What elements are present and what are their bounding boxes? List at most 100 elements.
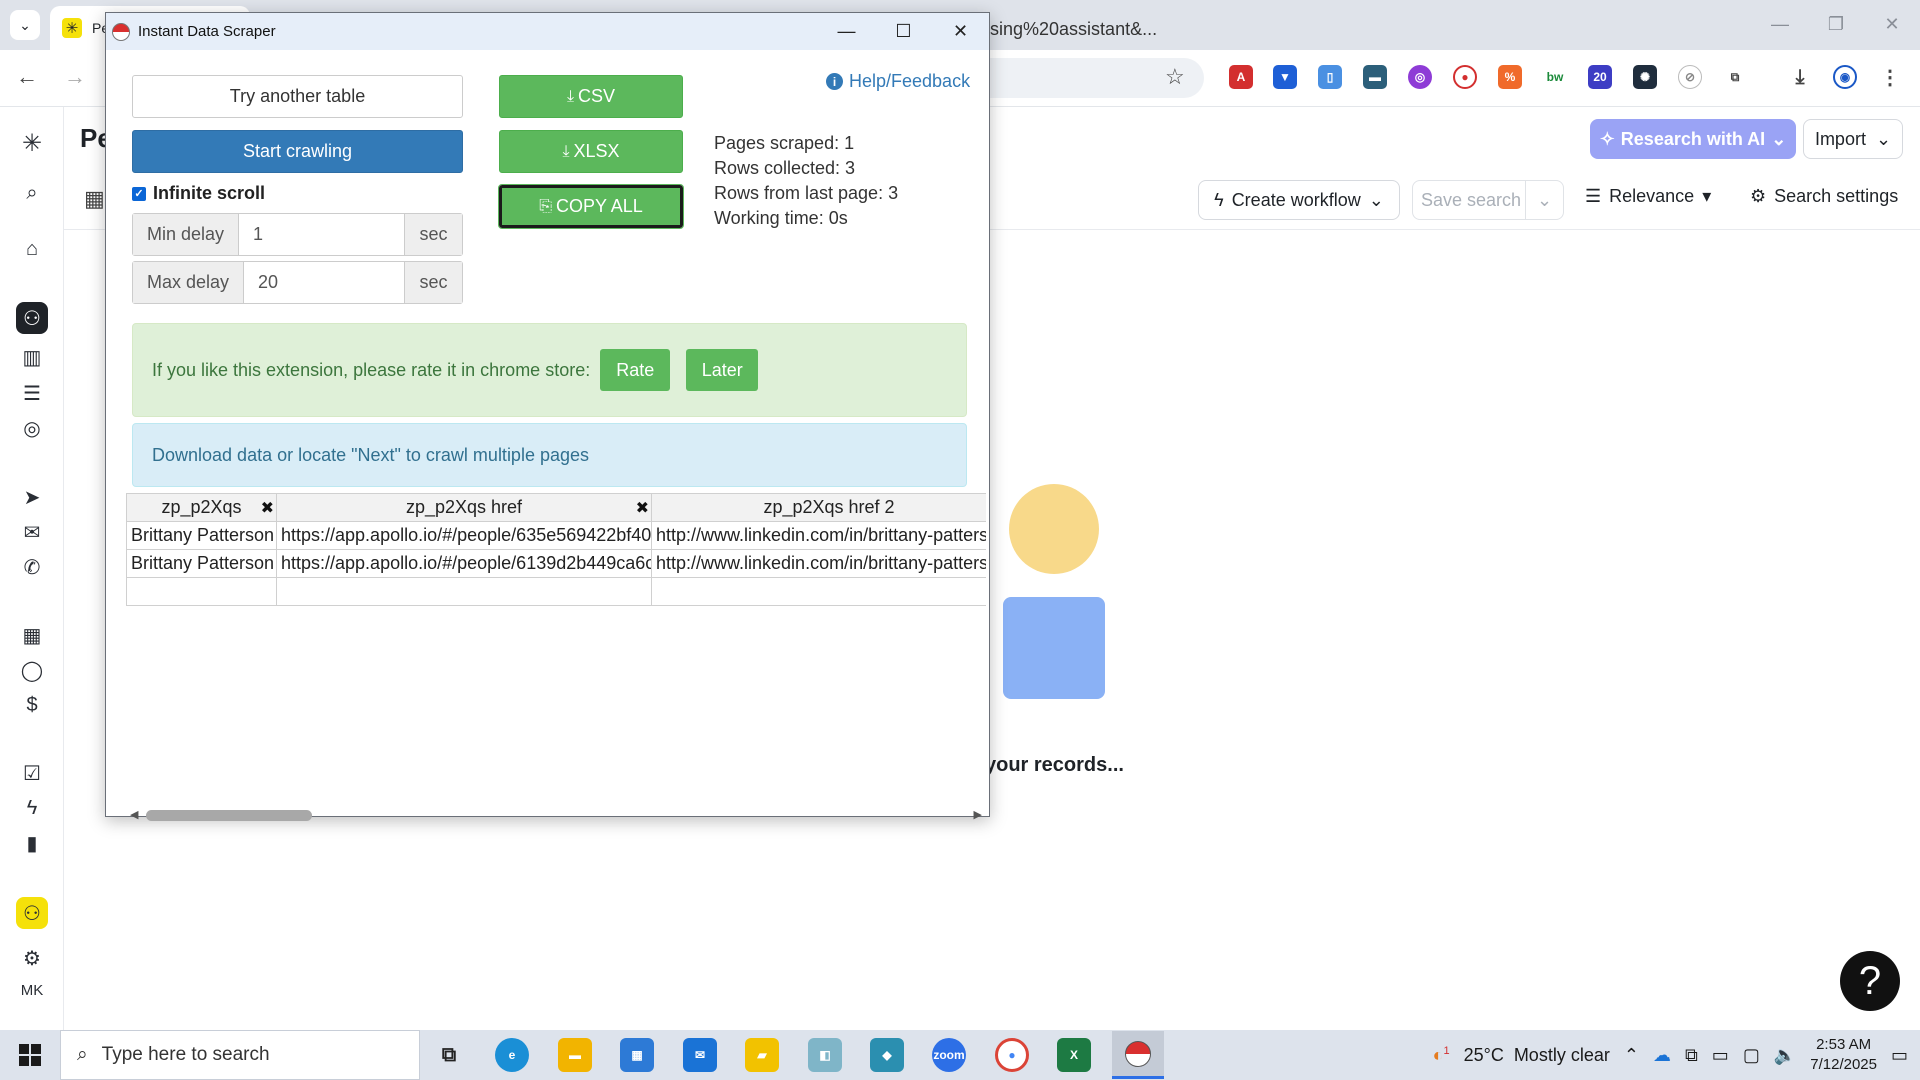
minimize-icon[interactable]: — [1752, 0, 1808, 48]
remove-column-icon[interactable]: ✖ [261, 498, 274, 518]
rate-extension-alert: If you like this extension, please rate … [132, 323, 967, 417]
send-icon[interactable]: ➤ [16, 481, 48, 513]
column-header[interactable]: zp_p2Xqs href ✖ [276, 493, 652, 522]
search-icon[interactable]: ⌕ [16, 177, 48, 209]
mail-icon[interactable]: ✉ [16, 516, 48, 548]
notes-app-icon[interactable]: ◧ [808, 1038, 842, 1072]
download-icon[interactable]: ⤓ [1788, 65, 1812, 89]
radar-icon[interactable]: ◎ [16, 412, 48, 444]
apollo-logo-icon[interactable]: ✳ [16, 127, 48, 159]
close-icon[interactable]: ✕ [1864, 0, 1920, 48]
weather-icon[interactable]: ◐1 [1433, 1045, 1450, 1066]
scroll-left-icon[interactable]: ◀ [130, 808, 138, 821]
diamond-app-icon[interactable]: ◆ [870, 1038, 904, 1072]
close-icon[interactable]: ✕ [932, 13, 989, 50]
profile-icon[interactable]: ◉ [1833, 65, 1857, 89]
infinite-scroll-checkbox[interactable]: ✓ Infinite scroll [132, 183, 265, 204]
compass-extension-icon[interactable]: ⊘ [1678, 65, 1702, 89]
system-clock[interactable]: 2:53 AM 7/12/2025 [1810, 1035, 1877, 1075]
settings-gear-icon[interactable]: ⚙ [16, 942, 48, 974]
onedrive-icon[interactable]: ☁ [1653, 1045, 1671, 1066]
chrome-icon[interactable]: ● [995, 1038, 1029, 1072]
help-bubble-button[interactable]: ? [1840, 951, 1900, 1011]
home-icon[interactable]: ⌂ [16, 233, 48, 265]
back-arrow-icon[interactable]: ← [16, 64, 38, 90]
rate-button[interactable]: Rate [600, 349, 671, 391]
battery-icon[interactable]: ▭ [1712, 1045, 1729, 1066]
sort-relevance-dropdown[interactable]: ☰ Relevance ▾ [1585, 186, 1711, 207]
excel-icon[interactable]: X [1057, 1038, 1091, 1072]
try-another-table-button[interactable]: Try another table [132, 75, 463, 118]
column-header[interactable]: zp_p2Xqs href 2 [651, 493, 986, 522]
add-user-icon[interactable]: ⚇ [16, 897, 48, 929]
minimize-icon[interactable]: — [818, 13, 875, 50]
volume-icon[interactable]: 🔈 [1774, 1045, 1796, 1066]
percent-extension-icon[interactable]: % [1498, 65, 1522, 89]
atom-extension-icon[interactable]: ✺ [1633, 65, 1657, 89]
chat-icon[interactable]: ◯ [16, 654, 48, 686]
mail-icon[interactable]: ✉ [683, 1038, 717, 1072]
folder-extension-icon[interactable]: ▬ [1363, 65, 1387, 89]
edge-browser-icon[interactable]: e [495, 1038, 529, 1072]
meet-icon[interactable]: ⧉ [1685, 1045, 1698, 1066]
start-button[interactable] [0, 1030, 60, 1080]
research-with-ai-button[interactable]: ✧ Research with AI ⌄ [1590, 119, 1796, 159]
file-explorer-icon[interactable]: ▬ [558, 1038, 592, 1072]
later-button[interactable]: Later [686, 349, 759, 391]
instant-data-scraper-task-icon[interactable] [1112, 1031, 1164, 1079]
start-crawling-button[interactable]: Start crawling [132, 130, 463, 173]
save-search-button[interactable]: Save search ⌄ [1412, 180, 1564, 220]
circle-extension-icon[interactable]: ◎ [1408, 65, 1432, 89]
notification-icon[interactable]: ▭ [1891, 1045, 1908, 1066]
kebab-menu-icon[interactable]: ⋮ [1878, 65, 1902, 89]
max-delay-input[interactable]: 20 [243, 262, 405, 303]
scraper-titlebar[interactable]: Instant Data Scraper — ☐ ✕ [106, 13, 989, 50]
dollar-icon[interactable]: $ [16, 689, 48, 721]
store-icon[interactable]: ▦ [620, 1038, 654, 1072]
search-settings-button[interactable]: ⚙ Search settings [1750, 186, 1898, 207]
chevron-up-icon[interactable]: ⌃ [1624, 1045, 1639, 1066]
weather-text[interactable]: 25°C Mostly clear [1464, 1045, 1610, 1066]
graduation-extension-icon[interactable]: 20 [1588, 65, 1612, 89]
network-icon[interactable]: ▢ [1743, 1045, 1760, 1066]
calendar-icon[interactable]: ▦ [16, 619, 48, 651]
import-button[interactable]: Import ⌄ [1803, 119, 1903, 159]
horizontal-scrollbar[interactable]: ◀ ▶ [126, 806, 986, 824]
lightning-icon[interactable]: ϟ [16, 792, 48, 824]
task-check-icon[interactable]: ☑ [16, 757, 48, 789]
shield-extension-icon[interactable]: ▼ [1273, 65, 1297, 89]
help-feedback-link[interactable]: i Help/Feedback [826, 71, 970, 92]
scrollbar-thumb[interactable] [146, 810, 312, 821]
forward-arrow-icon[interactable]: → [64, 64, 86, 90]
windows-logo-icon [19, 1044, 41, 1066]
bw-extension-icon[interactable]: bw [1543, 65, 1567, 89]
scroll-right-icon[interactable]: ▶ [974, 808, 982, 821]
pdf-extension-icon[interactable]: A [1229, 65, 1253, 89]
restore-icon[interactable]: ❐ [1808, 0, 1864, 48]
phone-icon[interactable]: ✆ [16, 551, 48, 583]
csv-download-button[interactable]: ⤓ CSV [499, 75, 683, 118]
zoom-icon[interactable]: zoom [932, 1038, 966, 1072]
building-icon[interactable]: ▥ [16, 341, 48, 373]
people-icon[interactable]: ⚇ [16, 302, 48, 334]
task-view-icon[interactable]: ⧉ [432, 1038, 466, 1072]
copy-all-button[interactable]: ⎘ COPY ALL [498, 184, 684, 229]
puzzle-extensions-icon[interactable]: ⧉ [1723, 65, 1747, 89]
tab-search-button[interactable]: ⌄ [10, 10, 40, 40]
maximize-icon[interactable]: ☐ [875, 13, 932, 50]
analytics-icon[interactable]: ▮ [16, 827, 48, 859]
table-view-icon[interactable]: ▦ [84, 186, 105, 212]
chevron-down-icon[interactable]: ⌄ [1525, 181, 1563, 219]
create-workflow-button[interactable]: ϟ Create workflow ⌄ [1198, 180, 1400, 220]
min-delay-input[interactable]: 1 [238, 214, 405, 255]
avatar[interactable]: MK [16, 974, 48, 1006]
document-extension-icon[interactable]: ▯ [1318, 65, 1342, 89]
instant-data-scraper-extension-icon[interactable]: ● [1453, 65, 1477, 89]
xlsx-download-button[interactable]: ⤓ XLSX [499, 130, 683, 173]
bookmark-star-icon[interactable]: ☆ [1165, 64, 1185, 90]
list-icon[interactable]: ☰ [16, 377, 48, 409]
column-header[interactable]: zp_p2Xqs ✖ [126, 493, 277, 522]
remove-column-icon[interactable]: ✖ [636, 498, 649, 518]
taskbar-search-box[interactable]: ⌕ Type here to search [60, 1030, 420, 1080]
sticky-notes-icon[interactable]: ▰ [745, 1038, 779, 1072]
